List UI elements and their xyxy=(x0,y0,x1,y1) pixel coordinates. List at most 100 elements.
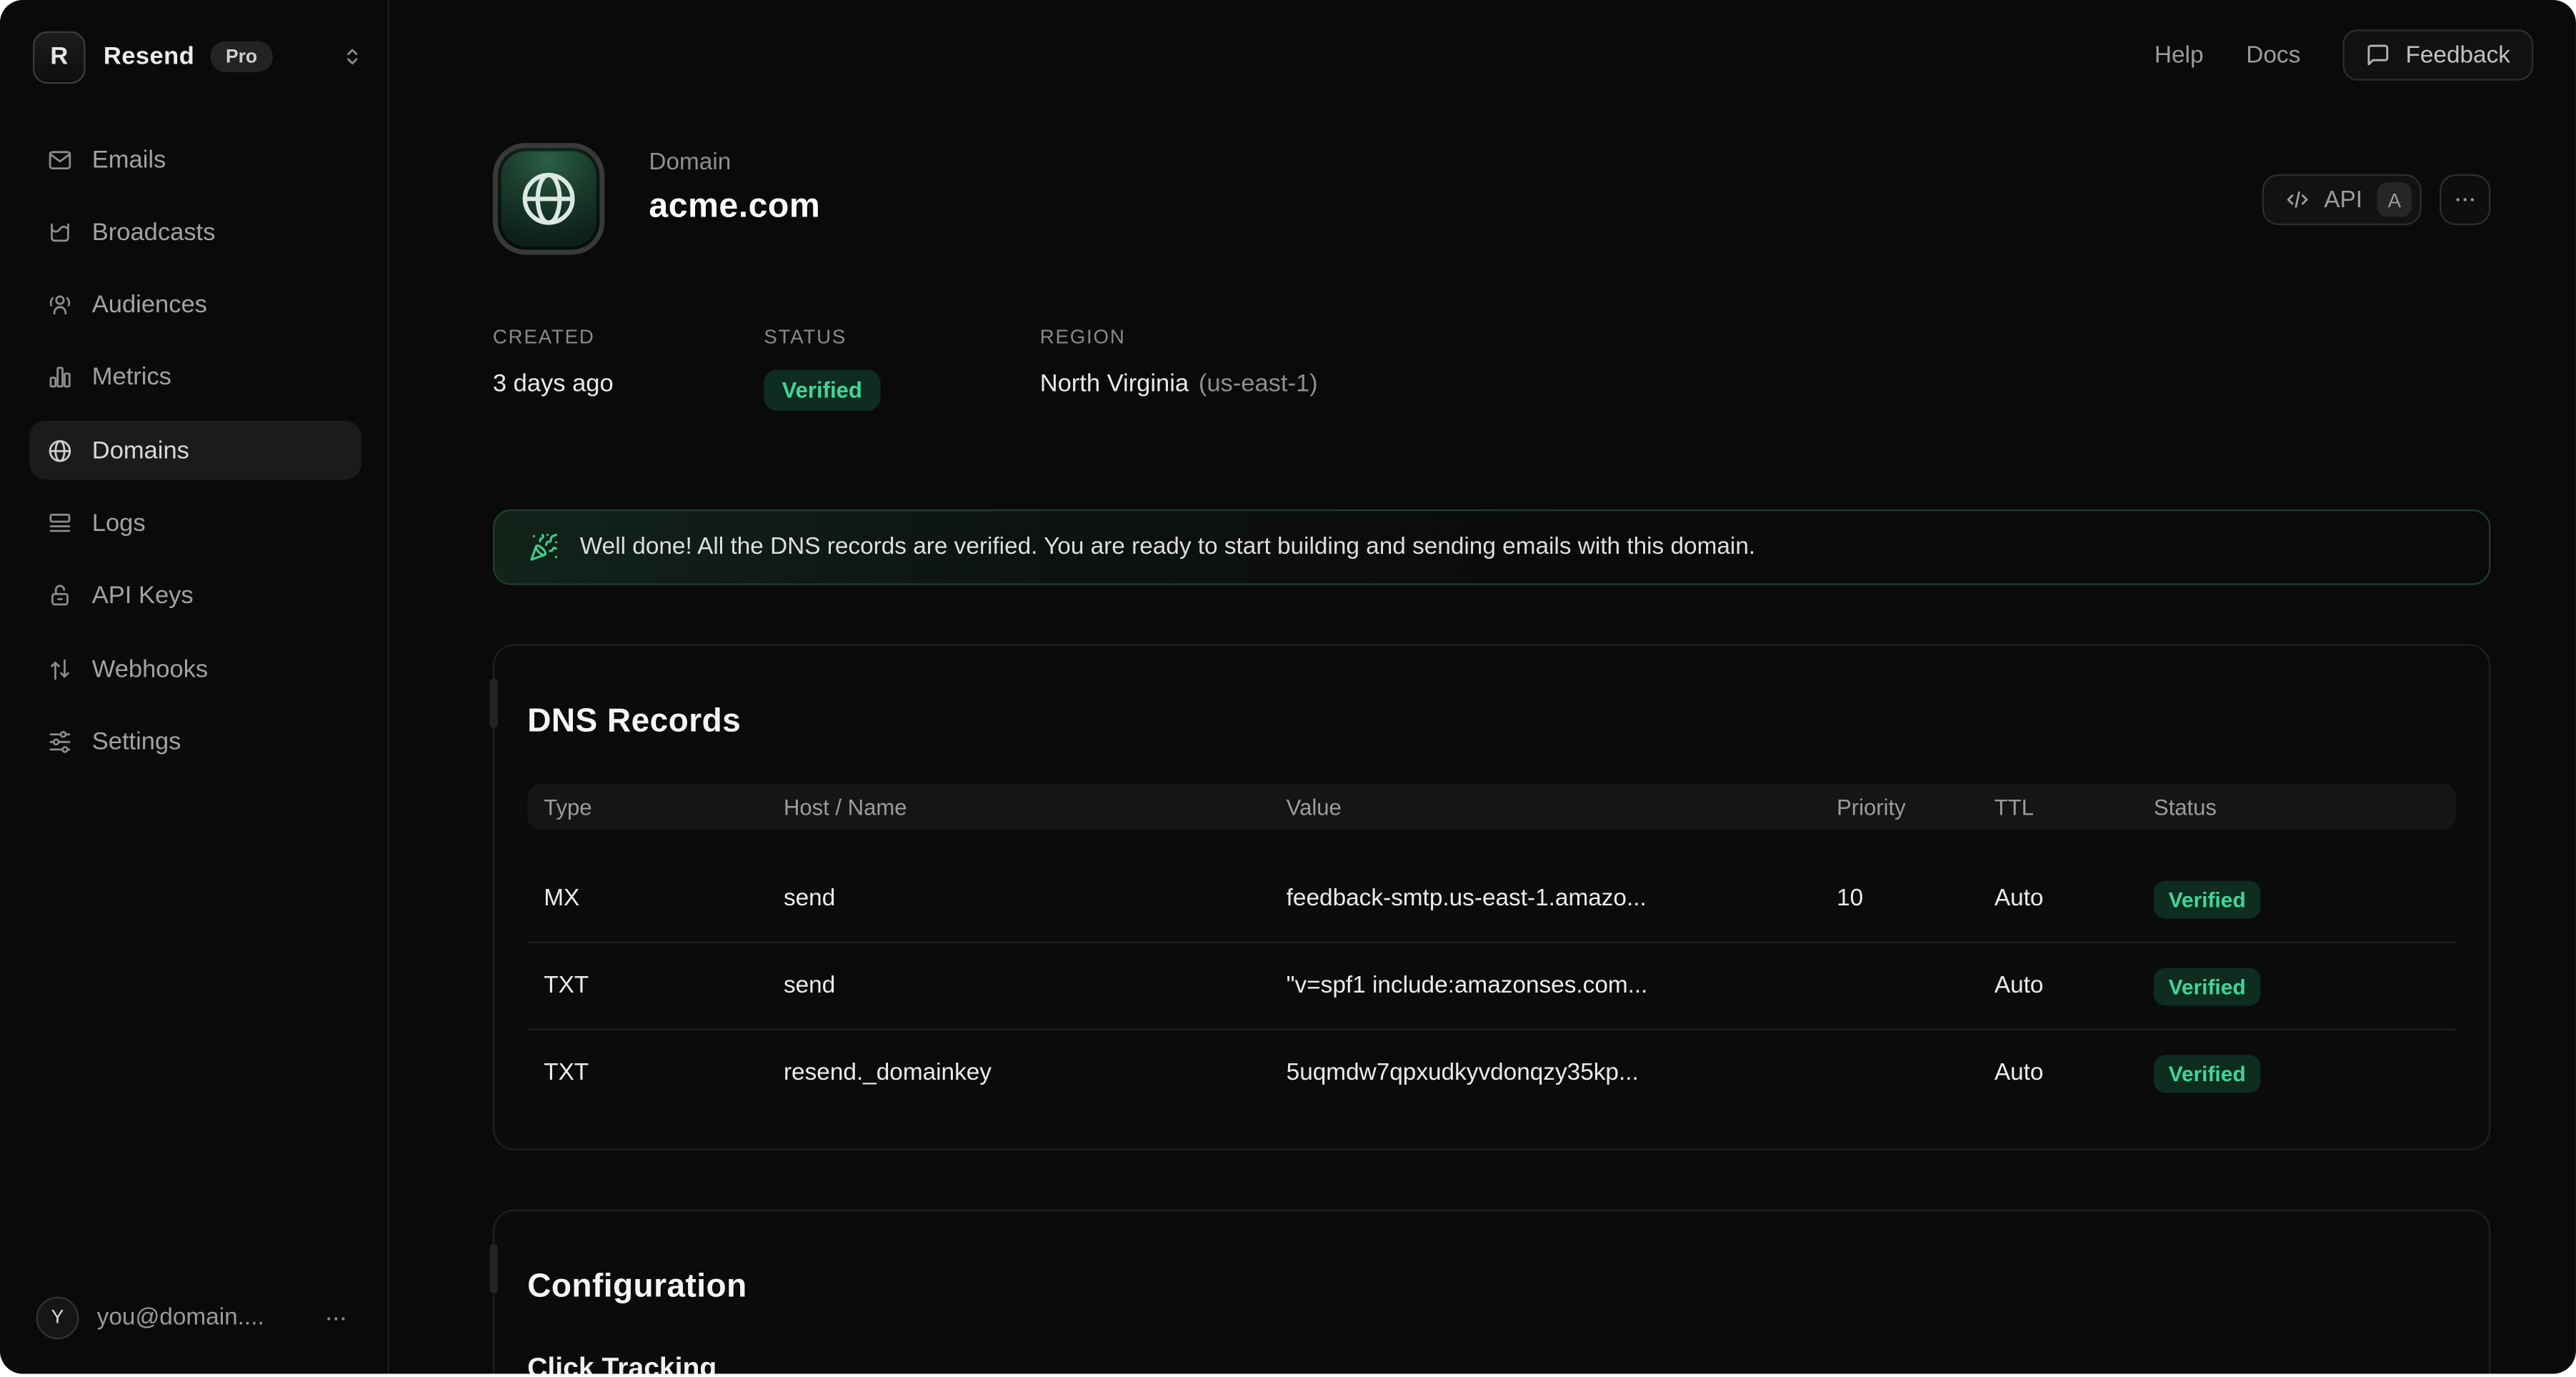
domain-header: Domain acme.com xyxy=(493,143,820,254)
sliders-icon xyxy=(46,727,74,755)
cell-value: "v=spf1 include:amazonses.com... xyxy=(1287,973,1837,999)
column-host: Host / Name xyxy=(784,795,1287,819)
cell-type: MX xyxy=(544,886,784,913)
workspace-switcher[interactable]: R Resend Pro xyxy=(33,31,365,82)
column-value: Value xyxy=(1287,795,1837,819)
sidebar-item-metrics[interactable]: Metrics xyxy=(29,348,361,407)
domain-eyebrow: Domain xyxy=(649,149,820,176)
dns-records-table: Type Host / Name Value Priority TTL Stat… xyxy=(527,784,2456,1116)
workspace-name: Resend xyxy=(104,43,194,71)
api-shortcut-key: A xyxy=(2377,182,2412,217)
ellipsis-icon xyxy=(2452,187,2477,212)
cell-host: send xyxy=(784,973,1287,999)
status-badge: Verified xyxy=(2154,880,2260,918)
status-badge: Verified xyxy=(2154,967,2260,1005)
logo-letter: R xyxy=(50,43,68,71)
docs-link[interactable]: Docs xyxy=(2246,42,2300,69)
region-label: REGION xyxy=(1040,325,1318,348)
table-row: MX send feedback-smtp.us-east-1.amazo...… xyxy=(527,856,2456,942)
cell-host: resend._domainkey xyxy=(784,1060,1287,1086)
arrows-up-down-icon xyxy=(46,655,74,683)
sidebar-item-settings[interactable]: Settings xyxy=(29,712,361,772)
globe-icon xyxy=(516,166,581,232)
lock-icon xyxy=(46,582,74,610)
configuration-card: Configuration Click Tracking xyxy=(493,1210,2490,1374)
sidebar-item-domains[interactable]: Domains xyxy=(29,421,361,480)
status-badge: Verified xyxy=(2154,1054,2260,1092)
api-button[interactable]: API A xyxy=(2262,174,2422,225)
avatar: Y xyxy=(36,1296,79,1339)
sidebar-nav: Emails Broadcasts Audiences Metrics Doma… xyxy=(29,130,361,785)
top-navigation: Help Docs Feedback xyxy=(2155,29,2533,80)
success-banner: Well done! All the DNS records are verif… xyxy=(493,509,2490,585)
sidebar-item-broadcasts[interactable]: Broadcasts xyxy=(29,203,361,262)
cell-type: TXT xyxy=(544,973,784,999)
code-icon xyxy=(2285,187,2309,212)
header-actions: API A xyxy=(2262,174,2491,225)
user-email: you@domain.... xyxy=(97,1305,264,1331)
domain-hero-icon xyxy=(493,143,604,254)
cell-value: 5uqmdw7qpxudkyvdonqzy35kp... xyxy=(1287,1060,1837,1086)
sidebar: R Resend Pro Emails Broadcasts xyxy=(0,0,389,1374)
table-header-row: Type Host / Name Value Priority TTL Stat… xyxy=(527,784,2456,830)
chevrons-up-down-icon[interactable] xyxy=(340,44,364,69)
status-label: STATUS xyxy=(764,325,1039,348)
main-content: Help Docs Feedback Domain acme.com xyxy=(389,0,2576,1374)
sidebar-item-audiences[interactable]: Audiences xyxy=(29,275,361,334)
meta-region: REGION North Virginia (us-east-1) xyxy=(1040,325,1318,411)
status-badge: Verified xyxy=(764,369,880,410)
column-ttl: TTL xyxy=(1995,795,2154,819)
click-tracking-label: Click Tracking xyxy=(527,1353,717,1374)
screenshot-stage: R Resend Pro Emails Broadcasts xyxy=(0,0,2576,1377)
inbox-icon xyxy=(46,218,74,246)
api-button-label: API xyxy=(2324,187,2362,213)
resend-logo: R xyxy=(33,31,86,84)
cell-ttl: Auto xyxy=(1995,973,2154,999)
banner-message: Well done! All the DNS records are verif… xyxy=(580,534,1755,560)
sidebar-item-logs[interactable]: Logs xyxy=(29,494,361,553)
column-status: Status xyxy=(2154,795,2456,819)
ellipsis-icon[interactable] xyxy=(324,1306,348,1330)
avatar-initial: Y xyxy=(51,1308,64,1328)
cell-priority: 10 xyxy=(1837,886,1995,913)
created-value: 3 days ago xyxy=(493,369,764,397)
cell-ttl: Auto xyxy=(1995,1060,2154,1086)
sidebar-item-label: Broadcasts xyxy=(92,218,216,246)
sidebar-item-api-keys[interactable]: API Keys xyxy=(29,567,361,626)
more-actions-button[interactable] xyxy=(2440,174,2490,225)
page-title: acme.com xyxy=(649,187,820,227)
table-row: TXT resend._domainkey 5uqmdw7qpxudkyvdon… xyxy=(527,1029,2456,1116)
table-body: MX send feedback-smtp.us-east-1.amazo...… xyxy=(527,856,2456,1115)
sidebar-item-label: API Keys xyxy=(92,582,194,610)
dns-records-title: DNS Records xyxy=(527,702,741,740)
sidebar-item-label: Emails xyxy=(92,146,166,174)
cell-ttl: Auto xyxy=(1995,886,2154,913)
sidebar-item-label: Domains xyxy=(92,437,189,464)
bar-chart-icon xyxy=(46,364,74,392)
sidebar-item-label: Webhooks xyxy=(92,655,208,683)
created-label: CREATED xyxy=(493,325,764,348)
sidebar-item-webhooks[interactable]: Webhooks xyxy=(29,640,361,699)
cell-type: TXT xyxy=(544,1060,784,1086)
globe-icon xyxy=(46,437,74,464)
cell-host: send xyxy=(784,886,1287,913)
help-link[interactable]: Help xyxy=(2155,42,2204,69)
meta-created: CREATED 3 days ago xyxy=(493,325,764,411)
sidebar-item-label: Settings xyxy=(92,727,181,755)
region-code: (us-east-1) xyxy=(1199,369,1318,397)
feedback-button[interactable]: Feedback xyxy=(2343,29,2533,80)
feedback-label: Feedback xyxy=(2405,42,2510,69)
app-window: R Resend Pro Emails Broadcasts xyxy=(0,0,2576,1374)
sidebar-item-emails[interactable]: Emails xyxy=(29,130,361,189)
column-priority: Priority xyxy=(1837,795,1995,819)
domain-title-block: Domain acme.com xyxy=(649,143,820,254)
configuration-title: Configuration xyxy=(527,1268,747,1306)
mail-icon xyxy=(46,146,74,174)
table-row: TXT send "v=spf1 include:amazonses.com..… xyxy=(527,942,2456,1029)
account-menu[interactable]: Y you@domain.... xyxy=(36,1298,349,1338)
rows-icon xyxy=(46,509,74,537)
region-value: North Virginia xyxy=(1040,369,1189,397)
sidebar-item-label: Metrics xyxy=(92,364,171,392)
sidebar-item-label: Logs xyxy=(92,509,146,537)
party-popper-icon xyxy=(529,532,559,562)
